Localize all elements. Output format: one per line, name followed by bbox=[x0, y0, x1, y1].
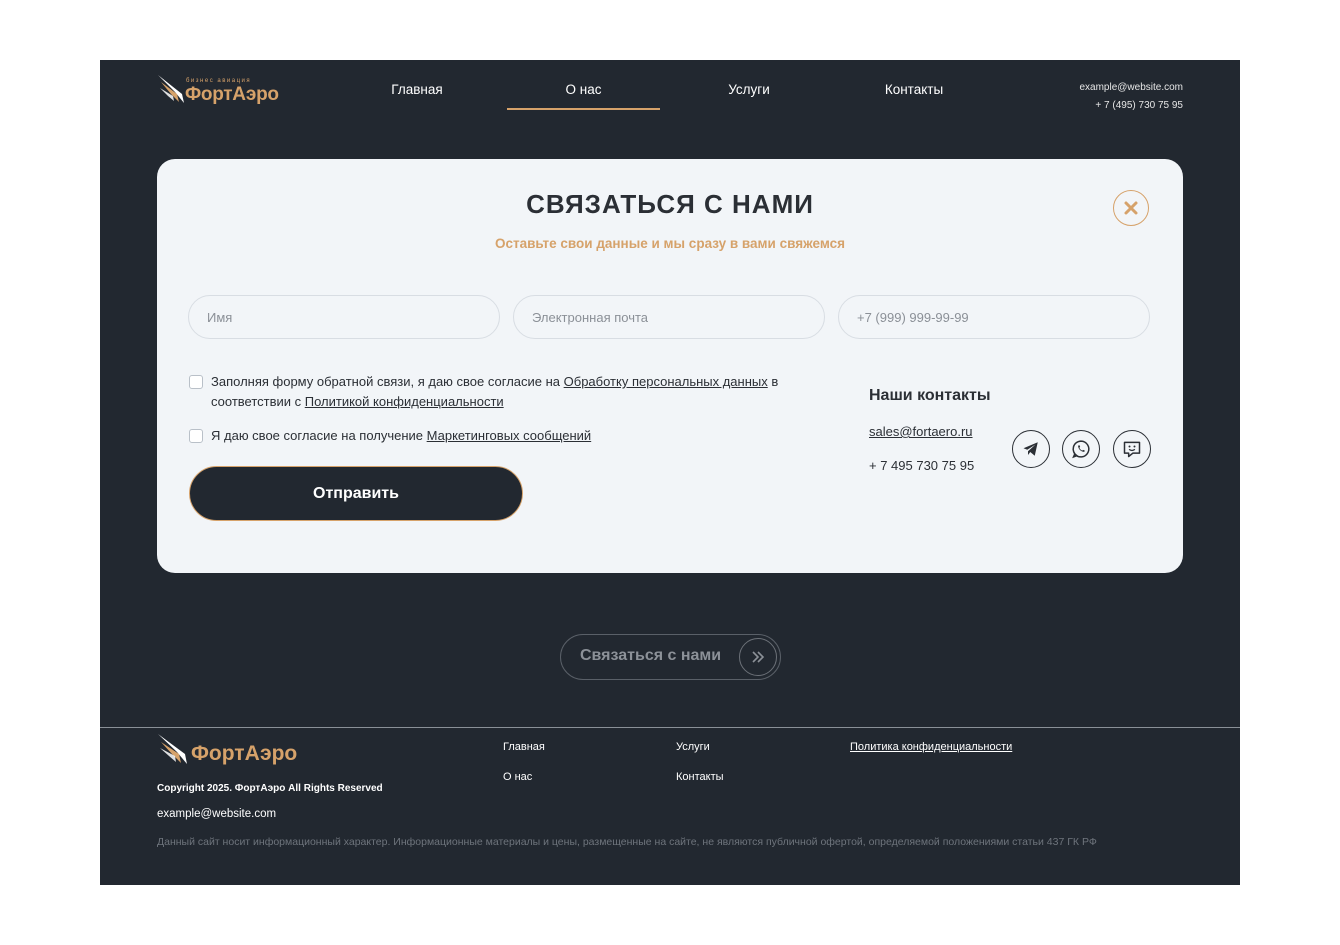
contact-us-button[interactable]: Связаться с нами bbox=[560, 634, 781, 680]
consent-marketing: Я даю свое согласие на получение Маркети… bbox=[189, 426, 849, 446]
chat-button[interactable] bbox=[1113, 430, 1151, 468]
personal-data-link[interactable]: Обработку персональных данных bbox=[564, 374, 768, 389]
footer-link-about[interactable]: О нас bbox=[503, 771, 532, 783]
header-contacts: example@website.com + 7 (495) 730 75 95 bbox=[1079, 79, 1183, 115]
double-chevron-right-icon bbox=[739, 638, 777, 676]
footer-email[interactable]: example@website.com bbox=[157, 808, 276, 820]
submit-button[interactable]: Отправить bbox=[189, 466, 523, 521]
marketing-link[interactable]: Маркетинговых сообщений bbox=[427, 428, 592, 443]
consent-marketing-checkbox[interactable] bbox=[189, 429, 203, 443]
privacy-policy-link[interactable]: Политикой конфиденциальности bbox=[305, 394, 504, 409]
footer-divider bbox=[100, 727, 1240, 728]
header-email[interactable]: example@website.com bbox=[1079, 79, 1183, 97]
close-button[interactable] bbox=[1113, 190, 1149, 226]
footer-brand: ФортАэро bbox=[191, 742, 298, 765]
copyright: Copyright 2025. ФортАэро All Rights Rese… bbox=[157, 783, 383, 794]
consent-personal-data-checkbox[interactable] bbox=[189, 375, 203, 389]
contact-modal: СВЯЗАТЬСЯ С НАМИ Оставьте свои данные и … bbox=[157, 159, 1183, 573]
close-icon bbox=[1124, 201, 1138, 215]
contact-us-label: Связаться с нами bbox=[580, 647, 722, 664]
modal-subtitle: Оставьте свои данные и мы сразу в вами с… bbox=[494, 236, 846, 251]
footer-link-contacts[interactable]: Контакты bbox=[676, 771, 724, 783]
consent-personal-data: Заполняя форму обратной связи, я даю сво… bbox=[189, 372, 849, 412]
name-field[interactable] bbox=[188, 295, 500, 339]
nav-item-about[interactable]: О нас bbox=[507, 78, 660, 110]
telegram-button[interactable] bbox=[1012, 430, 1050, 468]
header-phone[interactable]: + 7 (495) 730 75 95 bbox=[1079, 97, 1183, 115]
footer-link-services[interactable]: Услуги bbox=[676, 741, 710, 753]
main-nav: Главная О нас Услуги Контакты bbox=[100, 78, 1240, 118]
email-field[interactable] bbox=[513, 295, 825, 339]
modal-title: СВЯЗАТЬСЯ С НАМИ bbox=[526, 189, 814, 219]
contacts-phone[interactable]: + 7 495 730 75 95 bbox=[869, 458, 974, 473]
nav-item-contacts[interactable]: Контакты bbox=[852, 78, 976, 108]
footer-privacy-policy-link[interactable]: Политика конфиденциальности bbox=[850, 741, 1012, 753]
consent-marketing-text: Я даю свое согласие на получение Маркети… bbox=[211, 428, 592, 443]
footer-disclaimer: Данный сайт носит информационный характе… bbox=[157, 836, 1097, 848]
whatsapp-button[interactable] bbox=[1062, 430, 1100, 468]
contacts-title: Наши контакты bbox=[869, 387, 991, 404]
wing-logo-icon bbox=[158, 734, 187, 764]
telegram-icon bbox=[1023, 442, 1038, 456]
nav-item-services[interactable]: Услуги bbox=[687, 78, 811, 108]
phone-field[interactable] bbox=[838, 295, 1150, 339]
footer-link-home[interactable]: Главная bbox=[503, 741, 545, 753]
page-frame: бизнес авиация ФортАэро Главная О нас Ус… bbox=[100, 60, 1240, 885]
contacts-email[interactable]: sales@fortaero.ru bbox=[869, 424, 973, 439]
chat-icon bbox=[1123, 441, 1141, 458]
consent-personal-data-text: Заполняя форму обратной связи, я даю сво… bbox=[211, 374, 779, 409]
whatsapp-icon bbox=[1072, 440, 1090, 459]
nav-item-home[interactable]: Главная bbox=[355, 78, 479, 108]
footer-logo[interactable]: ФортАэро bbox=[157, 731, 297, 771]
